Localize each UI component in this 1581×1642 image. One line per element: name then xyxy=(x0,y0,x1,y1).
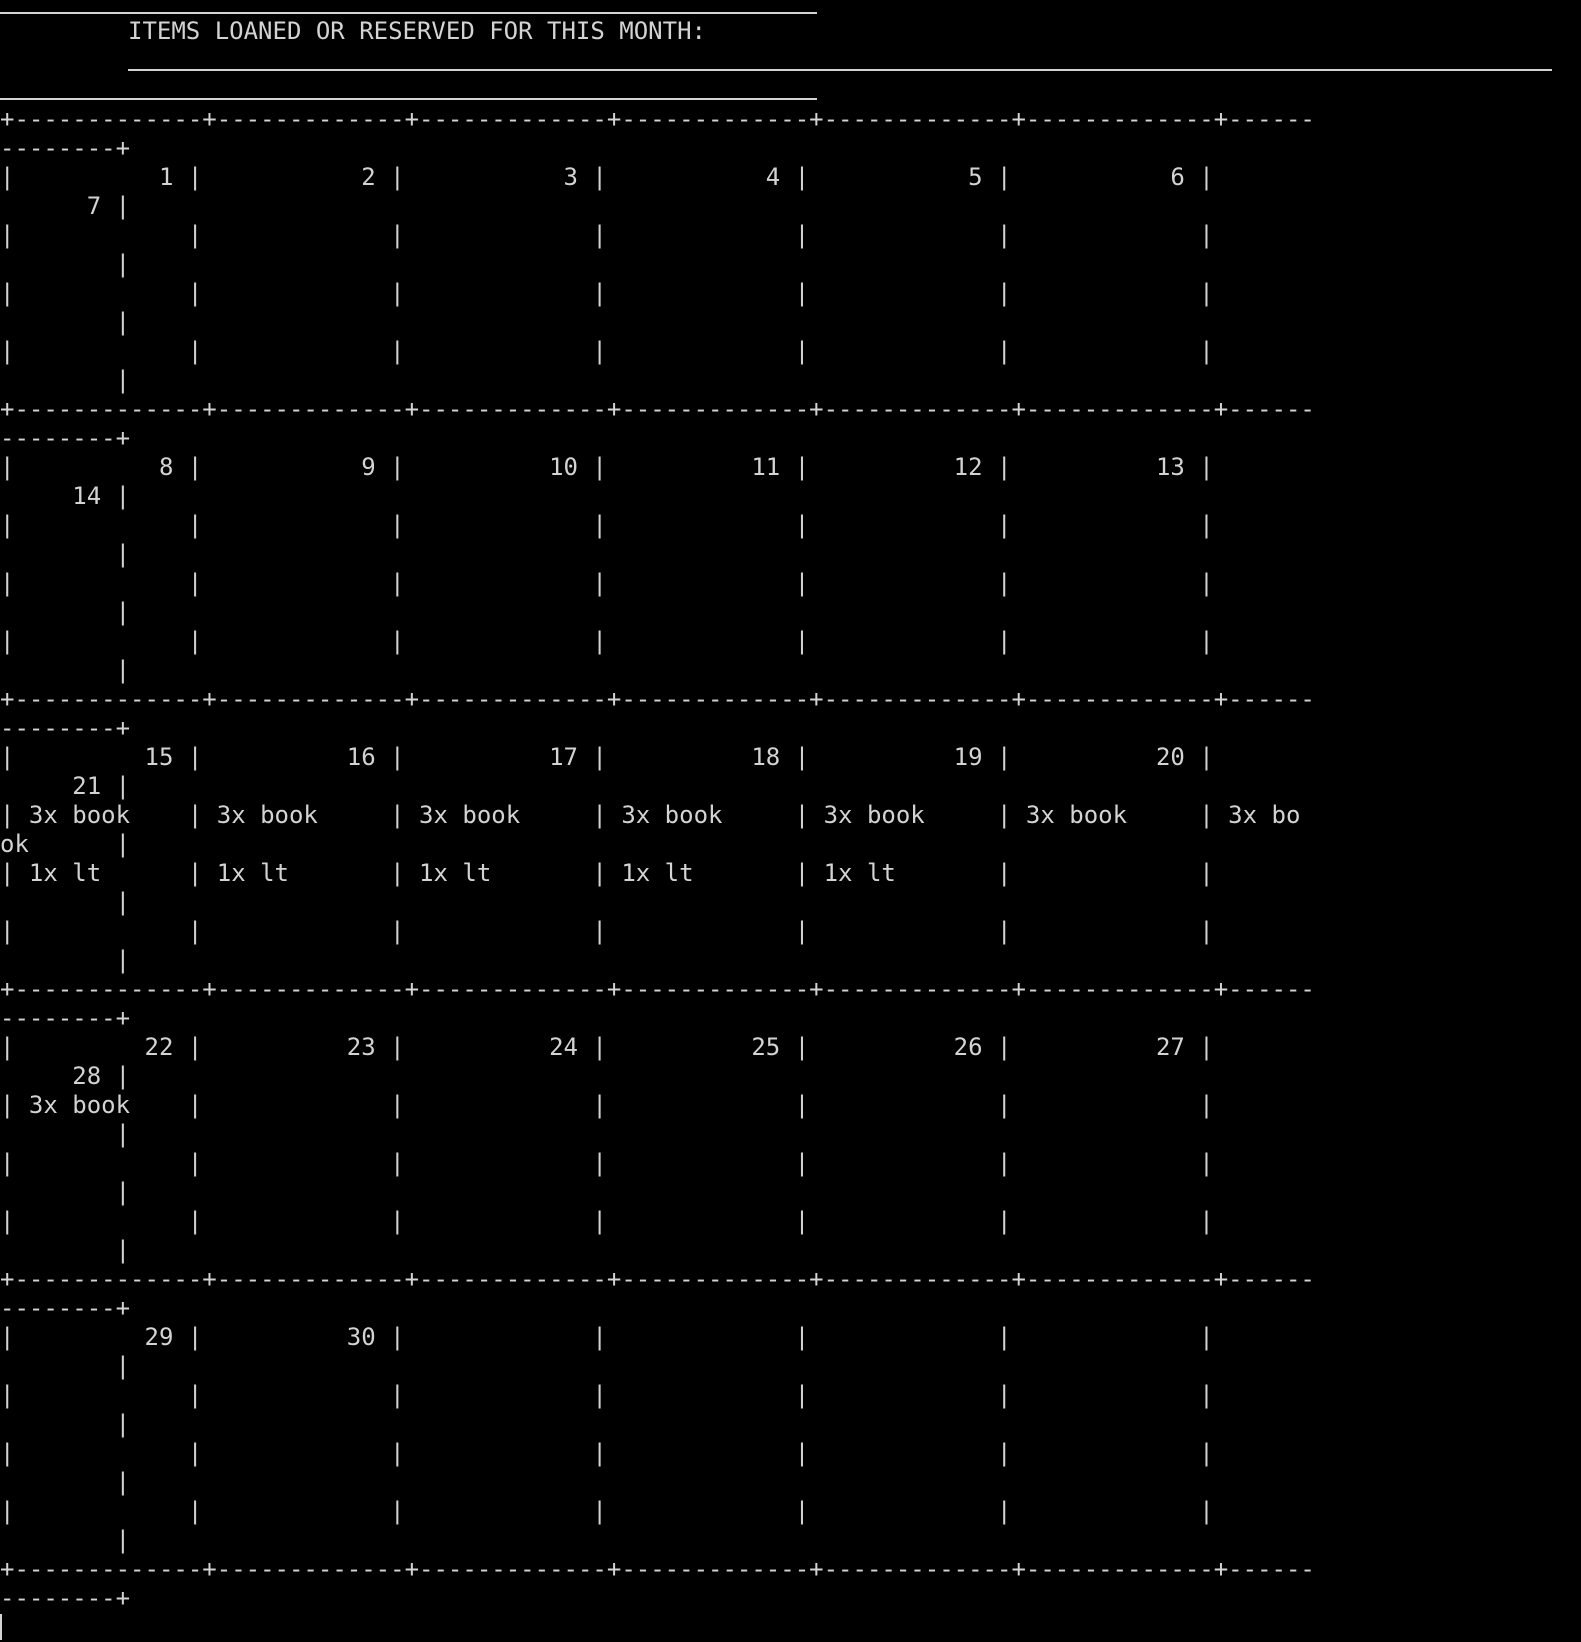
terminal-line: | xyxy=(0,1526,131,1554)
terminal-line: | | | | | | | xyxy=(0,1497,1214,1525)
terminal-line: | xyxy=(0,1178,131,1206)
terminal-line: 21 | xyxy=(0,772,131,800)
terminal-line: 7 | xyxy=(0,192,131,220)
terminal-line: --------+ xyxy=(0,714,131,742)
terminal-line: | | | | | | | xyxy=(0,1381,1214,1409)
terminal-line: +-------------+-------------+-----------… xyxy=(0,395,1315,423)
header-rule-top xyxy=(0,12,817,14)
terminal-line: | | | | | | | xyxy=(0,1207,1214,1235)
terminal-line: | | | | | | | xyxy=(0,337,1214,365)
terminal-cursor xyxy=(0,1614,2,1640)
terminal-line: --------+ xyxy=(0,424,131,452)
terminal-line: | xyxy=(0,888,131,916)
terminal-line: +-------------+-------------+-----------… xyxy=(0,1265,1315,1293)
terminal-line: | 3x book | | | | | | xyxy=(0,1091,1214,1119)
terminal-line: +-------------+-------------+-----------… xyxy=(0,685,1315,713)
terminal-line: | 3x book | 3x book | 3x book | 3x book … xyxy=(0,801,1301,829)
terminal-line: ok | xyxy=(0,830,131,858)
terminal-line: | xyxy=(0,540,131,568)
terminal-line: +-------------+-------------+-----------… xyxy=(0,975,1315,1003)
terminal-line: 28 | xyxy=(0,1062,131,1090)
terminal-line: | xyxy=(0,366,131,394)
terminal-line: | | | | | | | xyxy=(0,279,1214,307)
terminal-line: | | | | | | | xyxy=(0,1439,1214,1467)
terminal-line: --------+ xyxy=(0,1294,131,1322)
terminal-line: | | | | | | | xyxy=(0,221,1214,249)
terminal-line: | xyxy=(0,250,131,278)
terminal-line: | xyxy=(0,1410,131,1438)
terminal-line: | 15 | 16 | 17 | 18 | 19 | 20 | xyxy=(0,743,1214,771)
terminal-line: 14 | xyxy=(0,482,131,510)
terminal-line: | xyxy=(0,1236,131,1264)
terminal-line: | 22 | 23 | 24 | 25 | 26 | 27 | xyxy=(0,1033,1214,1061)
terminal-line: | xyxy=(0,1120,131,1148)
terminal-line: | | | | | | | xyxy=(0,917,1214,945)
header-rule-middle xyxy=(128,69,1552,71)
terminal-line: | 8 | 9 | 10 | 11 | 12 | 13 | xyxy=(0,453,1214,481)
terminal-window: ITEMS LOANED OR RESERVED FOR THIS MONTH:… xyxy=(0,0,1581,1642)
terminal-line: | 1 | 2 | 3 | 4 | 5 | 6 | xyxy=(0,163,1214,191)
header-title: ITEMS LOANED OR RESERVED FOR THIS MONTH: xyxy=(128,17,706,45)
terminal-line: +-------------+-------------+-----------… xyxy=(0,105,1315,133)
terminal-line: | xyxy=(0,308,131,336)
terminal-line: | xyxy=(0,598,131,626)
terminal-line: --------+ xyxy=(0,1004,131,1032)
terminal-line: | | | | | | | xyxy=(0,511,1214,539)
terminal-line: | | | | | | | xyxy=(0,569,1214,597)
terminal-line: | xyxy=(0,1468,131,1496)
header-rule-bottom xyxy=(0,98,817,100)
terminal-line: | | | | | | | xyxy=(0,627,1214,655)
terminal-line: | xyxy=(0,656,131,684)
terminal-line: | xyxy=(0,1352,131,1380)
terminal-line: --------+ xyxy=(0,134,131,162)
terminal-line: | 1x lt | 1x lt | 1x lt | 1x lt | 1x lt … xyxy=(0,859,1214,887)
terminal-line: | | | | | | | xyxy=(0,1149,1214,1177)
terminal-line: | xyxy=(0,946,131,974)
terminal-line: | 29 | 30 | | | | | xyxy=(0,1323,1214,1351)
terminal-line: --------+ xyxy=(0,1584,131,1612)
terminal-line: +-------------+-------------+-----------… xyxy=(0,1555,1315,1583)
